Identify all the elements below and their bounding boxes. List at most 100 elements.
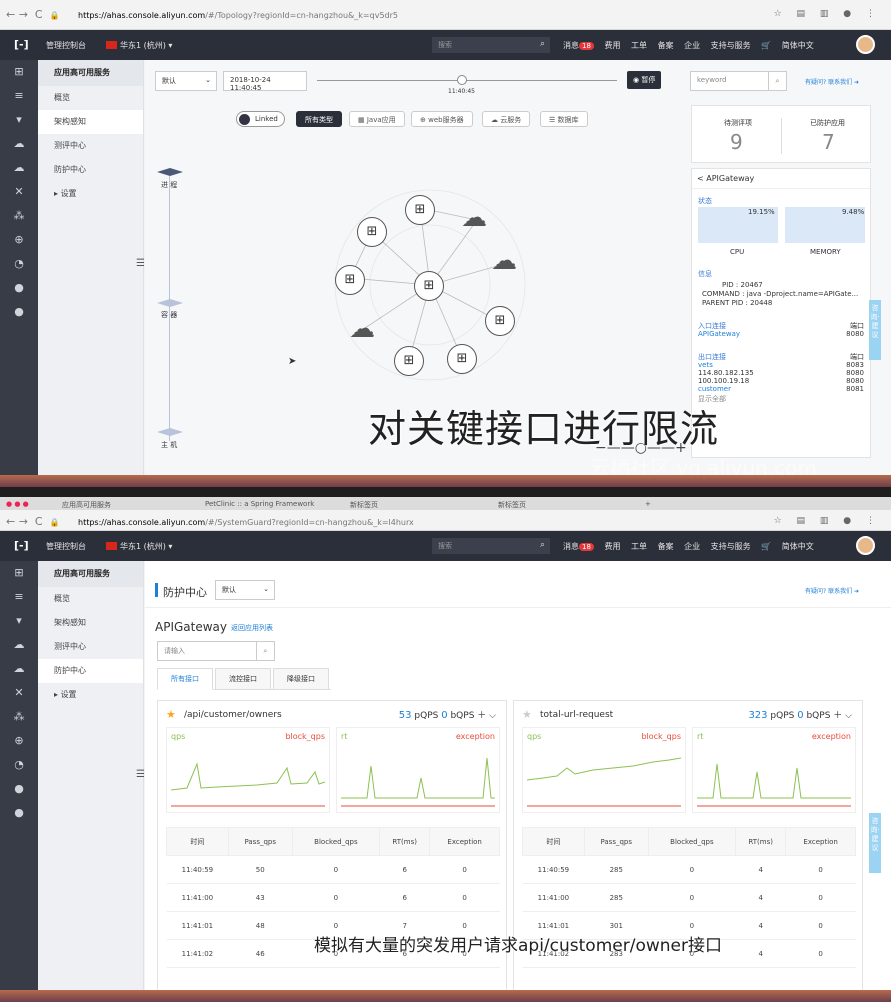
console-search[interactable]: 搜索 ⌕ [432, 538, 550, 554]
search-icon[interactable]: ⌕ [768, 72, 786, 90]
grid-icon[interactable]: ⊞ [0, 561, 38, 585]
aliyun-logo[interactable]: [-] [14, 38, 29, 51]
sidebar-item-evaluation[interactable]: 测评中心 [38, 635, 143, 659]
add-rule-icon[interactable]: ＋ [833, 711, 842, 721]
browser-tab[interactable]: 新标签页 [350, 500, 378, 510]
back-to-list-link[interactable]: 返回应用列表 [231, 623, 273, 633]
sidebar-collapse-icon[interactable]: ☰ [136, 769, 145, 780]
browser-tab[interactable]: 应用高可用服务 [62, 500, 111, 510]
filter-cloud[interactable]: ☁ 云服务 [482, 111, 531, 127]
avatar[interactable] [856, 35, 875, 54]
service-node-tracing[interactable]: ⊞ [335, 265, 365, 295]
time-slider-track[interactable] [317, 80, 617, 81]
menu-ticket[interactable]: 工单 [631, 41, 647, 50]
menu-cost[interactable]: 费用 [604, 542, 620, 551]
messages-link[interactable]: 消息 18 [563, 41, 594, 50]
browser-toolbar-icons[interactable]: ☆ ▤ ▥ ● ⋮ [774, 516, 881, 526]
region-selector[interactable]: 华东1 (杭州) ▾ [106, 40, 172, 51]
protected-apps-count[interactable]: 7 [822, 130, 835, 154]
cloud-icon[interactable]: ☁ [0, 156, 38, 180]
sidebar-item-settings[interactable]: ▸ 设置 [38, 182, 143, 206]
tab-degrade[interactable]: 降级接口 [273, 668, 329, 690]
env-select[interactable]: 默认 ⌄ [155, 71, 217, 91]
env-select[interactable]: 默认 ⌄ [215, 580, 275, 600]
time-slider-handle[interactable] [457, 75, 467, 85]
sidebar-item-protection[interactable]: 防护中心 [38, 659, 143, 683]
outbound-link[interactable]: vets [698, 361, 713, 369]
browser-nav-icons[interactable]: ← → C 🔒 [6, 515, 60, 528]
cart-icon[interactable]: 🛒 [761, 542, 771, 551]
menu-icp[interactable]: 备案 [658, 542, 674, 551]
detail-header[interactable]: < APIGateway [692, 169, 870, 189]
sidebar-item-protection[interactable]: 防护中心 [38, 158, 143, 182]
inbound-link[interactable]: APIGateway [698, 330, 740, 338]
console-search[interactable]: 搜索 ⌕ [432, 37, 550, 53]
sidebar-item-architecture[interactable]: 架构感知 [38, 611, 143, 635]
address-bar[interactable]: https://ahas.console.aliyun.com/#/Topolo… [78, 11, 398, 20]
window-controls[interactable]: ● ● ● [6, 500, 29, 508]
filter-all-types[interactable]: 所有类型 [296, 111, 342, 127]
sidebar-item-architecture[interactable]: 架构感知 [38, 110, 143, 134]
linked-toggle[interactable]: Linked [236, 111, 285, 127]
datetime-picker[interactable]: 2018-10-24 11:40:45 [223, 71, 307, 92]
sidebar-collapse-icon[interactable]: ☰ [136, 258, 145, 269]
star-icon[interactable]: ★ [522, 708, 532, 721]
globe-icon[interactable]: ⊕ [0, 228, 38, 252]
new-tab-button[interactable]: + [645, 500, 651, 508]
menu-enterprise[interactable]: 企业 [684, 41, 700, 50]
help-link[interactable]: 有疑问? 联系我们 ➜ [805, 77, 859, 86]
region-selector[interactable]: 华东1 (杭州) ▾ [106, 541, 172, 552]
nodes-icon[interactable]: ⁂ [0, 204, 38, 228]
language-selector[interactable]: 简体中文 [782, 41, 814, 50]
aliyun-logo[interactable]: [-] [14, 539, 29, 552]
keyword-input[interactable]: keyword ⌕ [690, 71, 787, 91]
tab-all-interfaces[interactable]: 所有接口 [157, 668, 213, 690]
chevron-down-icon[interactable]: ⌵ [845, 711, 852, 721]
interface-search-input[interactable]: 请输入 ⌕ [157, 641, 275, 661]
tab-flow-control[interactable]: 流控接口 [215, 668, 271, 690]
add-rule-icon[interactable]: ＋ [477, 711, 486, 721]
filter-database[interactable]: ☰ 数据库 [540, 111, 588, 127]
pending-eval-count[interactable]: 9 [730, 130, 743, 154]
monitor-icon[interactable]: ◔ [0, 252, 38, 276]
star-icon[interactable]: ★ [166, 708, 176, 721]
dot-icon[interactable]: ● [0, 300, 38, 324]
cart-icon[interactable]: 🛒 [761, 41, 771, 50]
grid-icon[interactable]: ⊞ [0, 60, 38, 84]
search-icon[interactable]: ⌕ [256, 642, 274, 660]
cloud-node-icon[interactable]: ☁ [349, 316, 375, 342]
list-icon[interactable]: ≡ [0, 84, 38, 108]
cross-icon[interactable]: ✕ [0, 681, 38, 705]
menu-enterprise[interactable]: 企业 [684, 542, 700, 551]
sidebar-item-evaluation[interactable]: 测评中心 [38, 134, 143, 158]
globe-icon[interactable]: ⊕ [0, 729, 38, 753]
filter-java[interactable]: ▦ Java应用 [349, 111, 405, 127]
feedback-tab[interactable]: 咨询·建议 [869, 300, 881, 360]
cloud-icon[interactable]: ☁ [0, 633, 38, 657]
browser-nav-icons[interactable]: ← → C 🔒 [6, 8, 60, 21]
menu-cost[interactable]: 费用 [604, 41, 620, 50]
cross-icon[interactable]: ✕ [0, 180, 38, 204]
nodes-icon[interactable]: ⁂ [0, 705, 38, 729]
shield-icon[interactable]: ▾ [0, 609, 38, 633]
service-node-visits[interactable]: ⊞ [357, 217, 387, 247]
menu-support[interactable]: 支持与服务 [711, 542, 751, 551]
chevron-down-icon[interactable]: ⌵ [489, 711, 496, 721]
service-node-admin[interactable]: ⊞ [485, 306, 515, 336]
monitor-icon[interactable]: ◔ [0, 753, 38, 777]
cloud-node-icon[interactable]: ☁ [461, 205, 487, 231]
cloud-icon[interactable]: ☁ [0, 132, 38, 156]
address-bar[interactable]: https://ahas.console.aliyun.com/#/System… [78, 518, 414, 527]
messages-link[interactable]: 消息 18 [563, 542, 594, 551]
outbound-link[interactable]: customer [698, 385, 731, 393]
dot-icon[interactable]: ● [0, 777, 38, 801]
service-node-customer[interactable]: ⊞ [394, 346, 424, 376]
language-selector[interactable]: 简体中文 [782, 542, 814, 551]
menu-icp[interactable]: 备案 [658, 41, 674, 50]
console-link[interactable]: 管理控制台 [46, 40, 86, 51]
service-node-vets[interactable]: ⊞ [405, 195, 435, 225]
feedback-tab[interactable]: 咨询·建议 [869, 813, 881, 873]
browser-toolbar-icons[interactable]: ☆ ▤ ▥ ● ⋮ [774, 9, 881, 19]
help-link[interactable]: 有疑问? 联系我们 ➜ [805, 586, 859, 595]
menu-support[interactable]: 支持与服务 [711, 41, 751, 50]
